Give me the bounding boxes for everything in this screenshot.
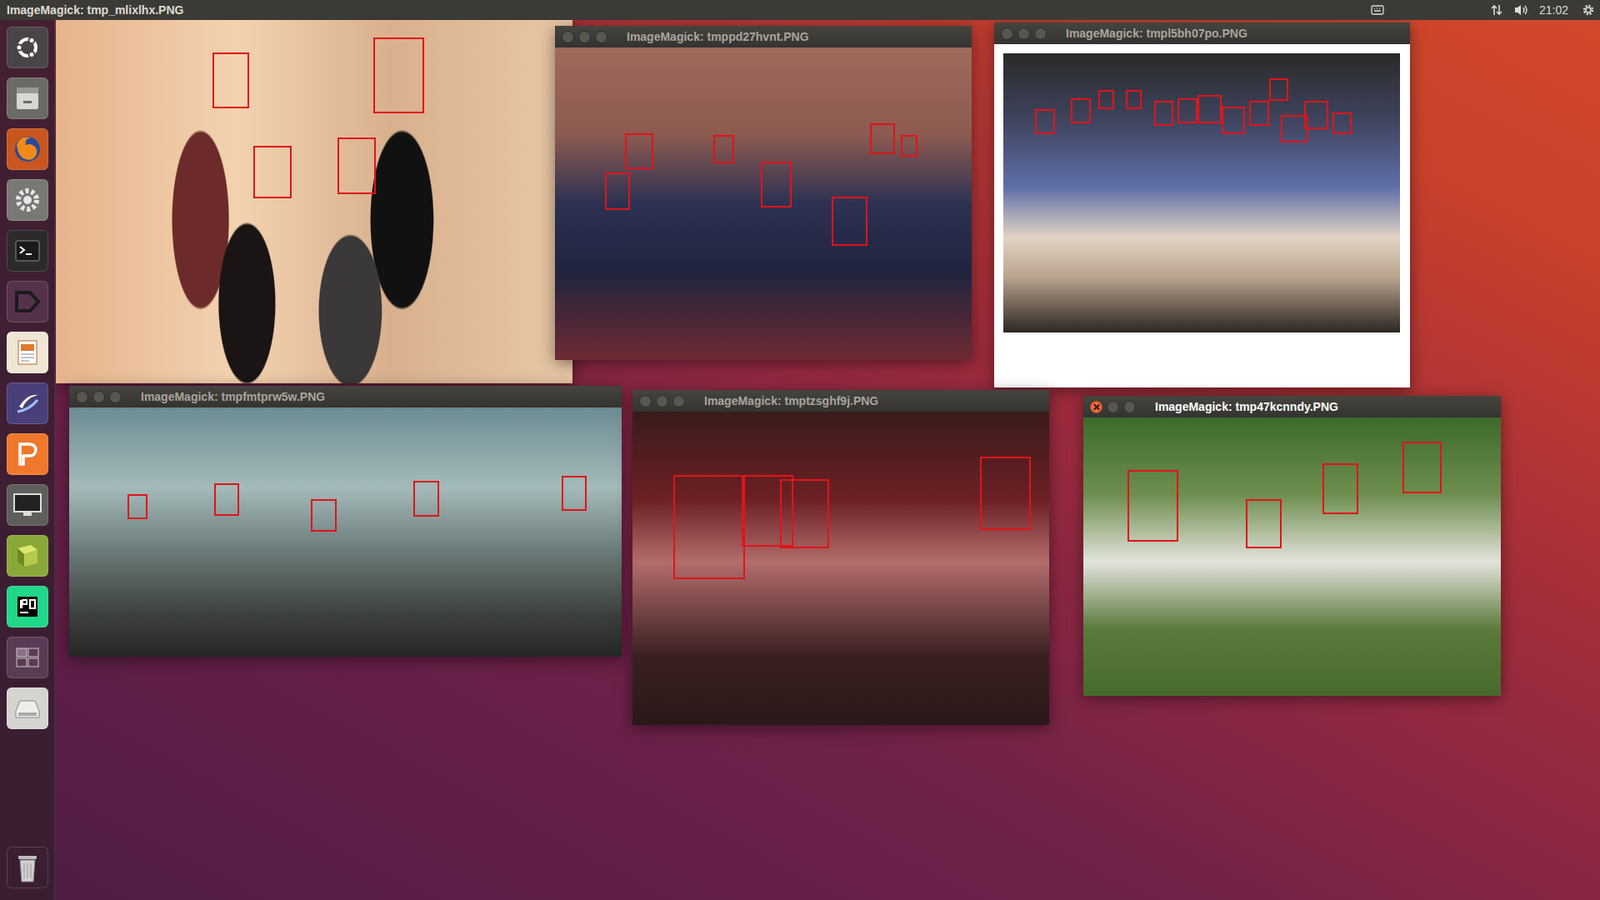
face-box xyxy=(1035,109,1055,135)
image-window[interactable]: ImageMagick: tmpl5bh07po.PNG xyxy=(994,22,1410,388)
eclipse-icon[interactable] xyxy=(6,382,49,425)
face-box xyxy=(1125,90,1142,110)
face-box xyxy=(212,52,250,108)
presentation-icon[interactable] xyxy=(6,433,49,475)
drive-icon[interactable] xyxy=(6,687,49,730)
window-title-bar[interactable]: ImageMagick: tmpfmtprw5w.PNG xyxy=(69,385,622,408)
image-window[interactable]: ImageMagick: tmpfmtprw5w.PNG xyxy=(69,385,622,657)
face-box xyxy=(1249,100,1270,126)
maximize-button[interactable] xyxy=(595,30,608,44)
face-box xyxy=(1332,112,1353,135)
clock[interactable]: 21:02 xyxy=(1539,1,1569,20)
face-box xyxy=(831,196,868,246)
face-box xyxy=(713,135,735,164)
firefox-icon[interactable] xyxy=(6,128,49,170)
face-box xyxy=(1154,100,1175,126)
photo xyxy=(69,407,622,657)
maximize-button[interactable] xyxy=(109,390,122,404)
close-button[interactable] xyxy=(1090,400,1103,414)
face-box xyxy=(373,37,425,115)
minimize-button[interactable] xyxy=(655,395,669,408)
face-box xyxy=(1098,90,1115,110)
photo xyxy=(55,20,573,384)
face-box xyxy=(1322,463,1359,515)
image-window[interactable]: ImageMagick: tmp47kcnndy.PNG xyxy=(1083,395,1501,696)
pycharm-icon[interactable] xyxy=(6,585,49,628)
photo xyxy=(1083,417,1501,696)
trash-icon[interactable] xyxy=(6,846,49,889)
dash-icon[interactable] xyxy=(6,26,49,69)
minimize-button[interactable] xyxy=(1106,400,1120,414)
face-box xyxy=(1177,98,1198,124)
face-box xyxy=(900,135,918,157)
face-box xyxy=(1245,499,1282,549)
photo-inner xyxy=(1003,53,1400,333)
face-box xyxy=(1402,441,1442,493)
files-icon[interactable] xyxy=(6,77,49,120)
face-box xyxy=(337,137,377,195)
face-box xyxy=(1197,95,1222,124)
close-button[interactable] xyxy=(561,30,575,44)
active-window-title: ImageMagick: tmp_mlixlhx.PNG xyxy=(6,1,184,20)
photo xyxy=(632,411,1050,725)
window-title: ImageMagick: tmp47kcnndy.PNG xyxy=(1155,398,1339,416)
face-box xyxy=(127,494,149,520)
window-title: ImageMagick: tmptzsghf9j.PNG xyxy=(704,392,879,410)
face-box xyxy=(310,499,336,532)
window-title: ImageMagick: tmpfmtprw5w.PNG xyxy=(140,388,325,406)
window-title-bar[interactable]: ImageMagick: tmpl5bh07po.PNG xyxy=(994,22,1410,45)
face-box xyxy=(980,456,1032,530)
face-box xyxy=(413,480,439,517)
launcher xyxy=(0,20,55,900)
monitor-icon[interactable] xyxy=(6,484,49,526)
image-window[interactable]: ImageMagick: tmptzsghf9j.PNG xyxy=(632,390,1050,725)
window-title-bar[interactable]: ImageMagick: tmptzsghf9j.PNG xyxy=(632,390,1050,412)
terminal-icon[interactable] xyxy=(6,230,49,272)
system-settings-icon[interactable] xyxy=(6,179,49,221)
minimize-button[interactable] xyxy=(578,30,591,44)
face-box xyxy=(870,123,896,155)
face-box xyxy=(760,161,792,208)
window-title-bar[interactable]: ImageMagick: tmp47kcnndy.PNG xyxy=(1083,395,1501,418)
face-box xyxy=(1221,106,1246,135)
image-window[interactable]: ImageMagick: tmppd27hvnt.PNG xyxy=(555,25,972,360)
text-editor-icon[interactable] xyxy=(6,331,49,374)
close-button[interactable] xyxy=(1000,27,1014,40)
photo xyxy=(555,47,972,360)
network-icon[interactable] xyxy=(1490,3,1503,17)
face-box xyxy=(741,475,794,547)
face-box xyxy=(561,475,587,512)
face-box xyxy=(253,145,293,200)
keyboard-icon[interactable] xyxy=(1370,4,1385,16)
face-box xyxy=(625,133,655,170)
face-box xyxy=(214,483,240,516)
volume-icon[interactable] xyxy=(1514,3,1530,17)
face-box xyxy=(1070,98,1091,124)
maximize-button[interactable] xyxy=(1034,27,1047,40)
face-box xyxy=(673,475,745,580)
face-box xyxy=(1127,470,1179,542)
image-window[interactable] xyxy=(55,20,573,384)
photo xyxy=(994,44,1410,388)
settings-gear-icon[interactable] xyxy=(1581,3,1595,17)
close-button[interactable] xyxy=(75,390,89,404)
face-box xyxy=(1269,78,1290,101)
workspace-switcher-icon[interactable] xyxy=(6,636,49,679)
window-title-bar[interactable]: ImageMagick: tmppd27hvnt.PNG xyxy=(555,25,972,48)
minimize-button[interactable] xyxy=(92,390,105,404)
window-title: ImageMagick: tmppd27hvnt.PNG xyxy=(626,28,810,46)
app-d-icon[interactable] xyxy=(6,280,49,323)
maximize-button[interactable] xyxy=(672,395,685,408)
face-box xyxy=(605,172,630,210)
face-box xyxy=(1304,100,1329,130)
close-button[interactable] xyxy=(639,395,652,408)
maximize-button[interactable] xyxy=(1123,400,1136,414)
window-title: ImageMagick: tmpl5bh07po.PNG xyxy=(1065,25,1248,43)
top-bar: ImageMagick: tmp_mlixlhx.PNG 21:02 xyxy=(0,0,1600,20)
face-box xyxy=(780,479,830,549)
minimize-button[interactable] xyxy=(1017,27,1030,40)
book-icon[interactable] xyxy=(6,535,49,577)
